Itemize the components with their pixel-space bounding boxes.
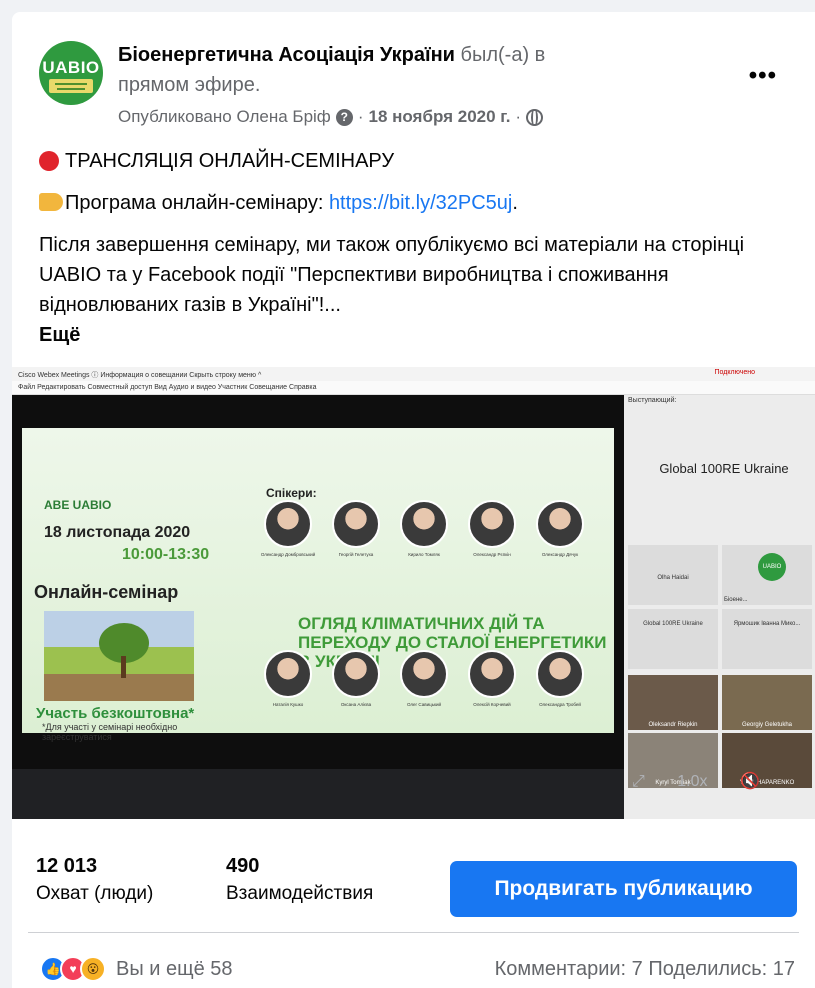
participant-tile: UABIO Біоене...: [722, 545, 812, 605]
speaker-caption: Кирило Томляк: [408, 552, 440, 557]
program-label: Програма онлайн-семінару:: [65, 192, 329, 214]
speaker-caption: Георгій Гелетуха: [338, 552, 374, 557]
active-speaker-label: Выступающий:: [628, 397, 677, 404]
program-link[interactable]: https://bit.ly/32PC5uj: [329, 192, 512, 214]
participant-tile: Global 100RE Ukraine: [628, 609, 718, 669]
see-more-link[interactable]: Ещё: [39, 320, 799, 350]
red-circle-icon: [39, 151, 59, 171]
speaker-photo: [264, 650, 312, 698]
slide-online-title: Онлайн-семінар: [34, 582, 179, 602]
participants-panel: Выступающий: Global 100RE Ukraine Olha H…: [624, 395, 815, 819]
participant-tile: Olha Haidai: [628, 545, 718, 605]
speaker-photo: [468, 500, 516, 548]
promote-post-button[interactable]: Продвигать публикацию: [450, 861, 797, 917]
divider: [28, 932, 799, 933]
wow-icon: 😮: [80, 956, 106, 982]
question-icon[interactable]: ?: [335, 108, 353, 126]
tree-image: [44, 611, 194, 701]
reaction-icons[interactable]: 👍 ♥ 😮: [40, 956, 106, 982]
speaker-photo: [400, 650, 448, 698]
page-avatar[interactable]: UABIO: [39, 41, 103, 105]
post-card: UABIO Біоенергетична Асоціація України б…: [12, 12, 815, 988]
shared-screen: ABE UABIO 18 листопада 2020 10:00-13:30 …: [12, 395, 624, 769]
participant-tile: Ярмошик Іванна Мико...: [722, 609, 812, 669]
speaker-photo: [332, 500, 380, 548]
seminar-slide: ABE UABIO 18 листопада 2020 10:00-13:30 …: [22, 428, 614, 742]
webex-menubar: Файл Редактировать Совместный доступ Вид…: [12, 381, 815, 395]
speaker-caption: Олександра Тробей: [539, 702, 581, 707]
webex-window-title: Cisco Webex Meetings ⓘ Информация о сове…: [18, 372, 262, 379]
header-line1: Біоенергетична Асоціація України был(-а)…: [118, 42, 698, 68]
participant-video: Georgiy Geletukha: [722, 675, 812, 730]
speaker-photo: [264, 500, 312, 548]
post-insights: 12 013 Охват (люди) 490 Взаимодействия П…: [12, 819, 815, 929]
comments-shares-count[interactable]: Комментарии: 7 Поделились: 17: [495, 958, 795, 981]
post-line-2: Програма онлайн-семінару: https://bit.ly…: [39, 188, 799, 218]
reactions-count[interactable]: Вы и ещё 58: [116, 958, 233, 981]
speaker-photo: [332, 650, 380, 698]
globe-icon: [526, 108, 544, 126]
participant-name: Біоене...: [724, 597, 748, 603]
speaker-photo: [400, 500, 448, 548]
participant-name: Ярмошик Іванна Мико...: [733, 621, 801, 627]
engagement-label: Взаимодействия: [226, 883, 374, 904]
meta-separator: ·: [357, 107, 364, 126]
reactions-bar: 👍 ♥ 😮 Вы и ещё 58 Комментарии: 7 Поделил…: [12, 952, 815, 988]
post-paragraph-text: Після завершення семінару, ми також опуб…: [39, 234, 745, 316]
slide-logos: ABE UABIO: [44, 498, 112, 512]
speaker-photo: [468, 650, 516, 698]
published-by: Опубликовано Олена Бріф: [118, 107, 331, 126]
more-options-button[interactable]: •••: [749, 62, 777, 90]
slide-free-text: Участь безкоштовна*: [36, 705, 195, 722]
speaker-photo: [536, 650, 584, 698]
active-speaker-name: Global 100RE Ukraine: [659, 461, 789, 476]
slide-date: 18 листопада 2020: [44, 524, 191, 541]
speaker-caption: Олександр Рєпкін: [473, 552, 511, 557]
fullscreen-icon[interactable]: ⤢: [632, 773, 645, 790]
mute-icon[interactable]: 🔇: [740, 773, 760, 790]
post-line-1-text: ТРАНСЛЯЦІЯ ОНЛАЙН-СЕМІНАРУ: [65, 150, 395, 172]
reach-value: 12 013: [36, 855, 98, 877]
avatar-logo-text: UABIO: [42, 58, 100, 77]
participant-name: Georgiy Geletukha: [741, 722, 793, 728]
participant-name: Oleksandr Riepkin: [648, 722, 698, 728]
slide-speakers-title: Спікери:: [266, 486, 317, 500]
post-date[interactable]: 18 ноября 2020 г.: [368, 106, 510, 128]
engagement-value: 490: [226, 855, 260, 877]
participant-name: Global 100RE Ukraine: [643, 621, 703, 627]
page-name-link[interactable]: Біоенергетична Асоціація України: [118, 44, 455, 66]
speaker-photo: [536, 500, 584, 548]
speaker-caption: Олександр Дячук: [541, 552, 579, 557]
speaker-caption: Олександр Домбровський: [260, 552, 316, 557]
connected-status: Подключено: [714, 369, 755, 376]
live-video[interactable]: Cisco Webex Meetings ⓘ Информация о сове…: [12, 367, 815, 819]
participant-name: Olha Haidai: [657, 575, 689, 581]
program-suffix: .: [512, 192, 518, 214]
slide-note: *Для участі у семінарі необхідно зареєст…: [42, 722, 178, 742]
post-text: ТРАНСЛЯЦІЯ ОНЛАЙН-СЕМІНАРУ Програма онла…: [39, 146, 799, 350]
speed-button[interactable]: 1.0x: [677, 773, 707, 790]
post-header: UABIO Біоенергетична Асоціація України б…: [12, 12, 815, 137]
post-meta: Опубликовано Олена Бріф ? · 18 ноября 20…: [118, 106, 544, 128]
slide-time: 10:00-13:30: [122, 546, 210, 563]
speaker-caption: Оксана Алієва: [340, 702, 372, 707]
speaker-caption: Наталія Кушко: [272, 702, 304, 707]
video-controls: ⤢ 1.0x 🔇: [632, 771, 760, 791]
participant-video: Oleksandr Riepkin: [628, 675, 718, 730]
webex-titlebar: Cisco Webex Meetings ⓘ Информация о сове…: [12, 367, 815, 381]
speaker-caption: Олексій Корчевий: [473, 702, 511, 707]
live-text: был(-а) в: [454, 44, 546, 66]
speaker-caption: Олег Савицький: [406, 702, 442, 707]
uabio-avatar: UABIO: [758, 553, 786, 581]
post-paragraph: Після завершення семінару, ми також опуб…: [39, 230, 799, 350]
meta-separator-2: ·: [515, 107, 522, 126]
live-text-2: прямом эфире.: [118, 74, 261, 96]
post-line-1: ТРАНСЛЯЦІЯ ОНЛАЙН-СЕМІНАРУ: [39, 146, 799, 176]
pointing-finger-icon: [39, 193, 63, 211]
reach-label: Охват (люди): [36, 883, 154, 904]
